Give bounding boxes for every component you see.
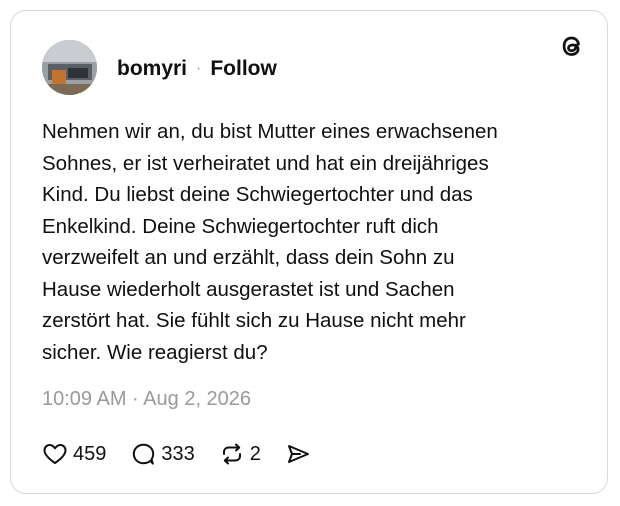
share-button[interactable] [285, 441, 311, 467]
username[interactable]: bomyri [117, 57, 187, 81]
post-body-text: Nehmen wir an, du bist Mutter eines erwa… [42, 120, 498, 364]
like-button[interactable]: 459 [42, 441, 106, 467]
post-header: bomyri · Follow [117, 55, 277, 83]
post-timestamp: 10:09 AM · Aug 2, 2026 [42, 388, 252, 410]
like-count: 459 [73, 442, 107, 465]
repost-button[interactable]: 2 [219, 441, 261, 467]
action-bar: 459 333 2 [42, 439, 335, 469]
send-icon [285, 441, 311, 467]
repost-count: 2 [249, 442, 261, 465]
avatar[interactable] [42, 40, 97, 95]
reply-button[interactable]: 333 [130, 441, 195, 467]
repost-arrows-icon [219, 441, 245, 467]
separator-dot: · [196, 60, 202, 77]
follow-button[interactable]: Follow [210, 57, 277, 81]
reply-count: 333 [161, 442, 195, 465]
threads-logo-icon[interactable] [557, 31, 587, 61]
heart-icon [42, 441, 68, 467]
speech-bubble-icon [130, 441, 156, 467]
post-card: bomyri · Follow Nehmen wir an, du bist M… [10, 10, 608, 494]
